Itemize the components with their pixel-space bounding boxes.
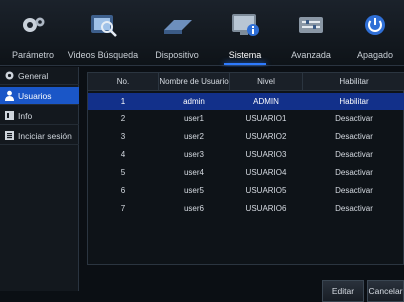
- cell-level: USUARIO2: [245, 132, 287, 141]
- tab-sistema[interactable]: Sistema: [214, 0, 276, 66]
- table-row[interactable]: 6 user5 USUARIO5 Desactivar: [88, 182, 404, 199]
- gears-icon: [23, 17, 45, 32]
- system-info-icon: [232, 14, 259, 36]
- sidebar-item-label: Usuarios: [18, 91, 52, 101]
- cell-level: USUARIO1: [245, 114, 287, 123]
- tab-label: Apagado: [356, 50, 394, 60]
- cell-username: user3: [183, 150, 204, 159]
- cell-enable: Desactivar: [335, 132, 373, 141]
- users-table: No. Nombre de Usuario Nivel Habilitar 1 …: [87, 72, 404, 265]
- power-icon: [365, 15, 385, 35]
- cancel-button[interactable]: Cancelar: [367, 280, 404, 302]
- sidebar-item-log[interactable]: Inciciar sesión: [0, 127, 79, 145]
- tab-label: Videos Búsqueda: [67, 50, 139, 60]
- tab-label: Dispositivo: [155, 50, 199, 60]
- cell-level: USUARIO3: [245, 150, 287, 159]
- cell-username: user6: [183, 204, 204, 213]
- hard-drive-icon: [164, 20, 192, 34]
- tab-label: Parámetro: [11, 50, 55, 60]
- tab-apagado[interactable]: Apagado: [346, 0, 404, 66]
- table-row[interactable]: 1 admin ADMIN Habilitar: [88, 93, 404, 110]
- log-icon: [5, 131, 14, 140]
- cell-level: ADMIN: [253, 97, 279, 106]
- user-icon: [5, 90, 14, 101]
- sidebar-item-label: Inciciar sesión: [18, 131, 72, 141]
- table-row[interactable]: 7 user6 USUARIO6 Desactivar: [88, 200, 404, 217]
- cell-number: 3: [120, 132, 126, 141]
- gear-icon: [5, 71, 14, 80]
- sidebar-item-label: General: [18, 71, 49, 81]
- advanced-settings-icon: [299, 17, 323, 33]
- cell-enable: Desactivar: [335, 168, 373, 177]
- cell-level: USUARIO4: [245, 168, 287, 177]
- top-menu-bar: Parámetro Videos Búsqueda Dispositivo Si…: [0, 0, 404, 66]
- cell-enable: Desactivar: [335, 186, 373, 195]
- cell-number: 1: [120, 97, 126, 106]
- column-header: Nombre de Usuario: [159, 77, 229, 86]
- sidebar-item-general[interactable]: General: [0, 67, 79, 85]
- tab-label: Avanzada: [291, 50, 331, 60]
- table-row[interactable]: 2 user1 USUARIO1 Desactivar: [88, 110, 404, 127]
- cell-username: user1: [183, 114, 204, 123]
- cell-number: 7: [120, 204, 126, 213]
- table-row[interactable]: 5 user4 USUARIO4 Desactivar: [88, 164, 404, 181]
- cell-username: user2: [183, 132, 204, 141]
- sidebar: General Usuarios Info Inciciar sesión: [0, 67, 79, 291]
- video-search-icon: [91, 15, 117, 37]
- tab-avanzada[interactable]: Avanzada: [276, 0, 346, 66]
- tab-videos-busqueda[interactable]: Videos Búsqueda: [66, 0, 140, 66]
- cell-enable: Desactivar: [335, 150, 373, 159]
- column-header: Habilitar: [339, 77, 369, 86]
- cell-username: user5: [183, 186, 204, 195]
- cell-username: user4: [183, 168, 204, 177]
- tab-dispositivo[interactable]: Dispositivo: [140, 0, 214, 66]
- sidebar-item-info[interactable]: Info: [0, 107, 79, 125]
- cell-level: USUARIO5: [245, 186, 287, 195]
- column-header: Nivel: [257, 77, 275, 86]
- cell-enable: Desactivar: [335, 204, 373, 213]
- tab-parametro[interactable]: Parámetro: [0, 0, 66, 66]
- cell-username: admin: [183, 97, 205, 106]
- cell-number: 6: [120, 186, 126, 195]
- sidebar-item-label: Info: [18, 111, 33, 121]
- cell-level: USUARIO6: [245, 204, 287, 213]
- info-icon: [5, 111, 14, 120]
- table-header: No. Nombre de Usuario Nivel Habilitar: [88, 73, 404, 91]
- active-tab-indicator: [224, 63, 266, 65]
- cell-number: 2: [120, 114, 126, 123]
- column-header: No.: [116, 77, 130, 86]
- cell-number: 5: [120, 168, 126, 177]
- tab-label: Sistema: [228, 50, 262, 60]
- cell-enable: Habilitar: [339, 97, 369, 106]
- table-row[interactable]: 3 user2 USUARIO2 Desactivar: [88, 128, 404, 145]
- cell-enable: Desactivar: [335, 114, 373, 123]
- edit-button[interactable]: Editar: [322, 280, 364, 302]
- cell-number: 4: [120, 150, 126, 159]
- sidebar-item-usuarios[interactable]: Usuarios: [0, 87, 79, 105]
- table-row[interactable]: 4 user3 USUARIO3 Desactivar: [88, 146, 404, 163]
- main-content: No. Nombre de Usuario Nivel Habilitar 1 …: [80, 67, 404, 302]
